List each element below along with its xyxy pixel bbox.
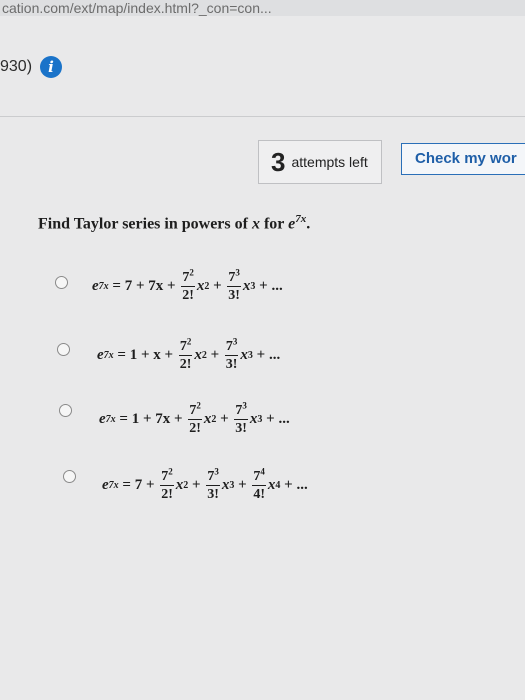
option-2-eq: = 1 + x + xyxy=(113,347,177,363)
answer-option-1: e 7x = 7 + 7x + 72 2! x 2 + 73 3! x 3 + ... xyxy=(92,267,283,303)
term-num-exp: 3 xyxy=(235,267,240,278)
term-den: 2! xyxy=(189,421,201,436)
option-3-eq: = 1 + 7x + xyxy=(115,411,187,427)
address-bar[interactable]: cation.com/ext/map/index.html?_con=con..… xyxy=(0,0,525,16)
option-2-lhs-exp: 7x xyxy=(103,349,114,361)
term-den: 2! xyxy=(179,357,192,372)
option-2-tail: + ... xyxy=(252,347,281,363)
radio-option-2[interactable] xyxy=(57,343,70,356)
question-header: 930) i xyxy=(0,52,63,82)
option-4-tail: + ... xyxy=(280,477,308,493)
attempts-label: attempts left xyxy=(291,154,368,170)
question-mid: for xyxy=(259,215,289,233)
term-num-exp: 2 xyxy=(168,466,173,477)
term-den: 4! xyxy=(253,487,265,502)
radio-option-3[interactable] xyxy=(59,404,72,417)
option-1-term-2: 73 3! xyxy=(227,267,241,303)
term-num-exp: 3 xyxy=(232,336,238,347)
term-den: 3! xyxy=(225,357,238,372)
option-3-term-2: 73 3! xyxy=(234,400,248,436)
attempts-count: 3 xyxy=(271,146,286,177)
term-num-exp: 2 xyxy=(196,400,201,411)
question-exponent: 7x xyxy=(295,213,307,225)
option-4-term-2: 73 3! xyxy=(206,466,220,502)
term-den: 2! xyxy=(182,288,194,303)
option-1-lhs: e xyxy=(92,278,99,294)
option-3-lhs: e xyxy=(99,411,106,427)
option-2-term-1: 72 2! xyxy=(178,336,193,372)
term-num: 7 xyxy=(179,339,187,354)
option-1-lhs-exp: 7x xyxy=(98,280,109,292)
option-4-term-3: 74 4! xyxy=(252,466,266,502)
term-num-exp: 3 xyxy=(242,400,247,411)
option-4-eq: = 7 + xyxy=(118,477,159,493)
divider xyxy=(0,116,525,117)
option-2-lhs: e xyxy=(97,347,104,363)
option-3-term-1: 72 2! xyxy=(188,400,202,436)
option-2-term-2: 73 3! xyxy=(224,336,239,372)
option-1-term-1: 72 2! xyxy=(181,267,195,303)
radio-option-1[interactable] xyxy=(55,276,68,289)
answer-option-3: e 7x = 1 + 7x + 72 2! x 2 + 73 3! x 3 + ... xyxy=(99,400,290,436)
question-variable: x xyxy=(251,215,260,233)
term-num-exp: 2 xyxy=(186,336,192,347)
info-icon[interactable]: i xyxy=(40,56,63,78)
question-text: Find Taylor series in powers of x for e7… xyxy=(38,213,310,233)
term-den: 3! xyxy=(228,288,240,303)
term-num-exp: 3 xyxy=(214,466,219,477)
radio-option-4[interactable] xyxy=(63,470,76,483)
question-suffix: . xyxy=(306,215,311,233)
term-num-exp: 4 xyxy=(260,466,265,477)
question-prefix: Find Taylor series in powers of xyxy=(38,215,252,233)
term-num-exp: 2 xyxy=(189,267,194,278)
term-den: 2! xyxy=(161,487,173,502)
option-4-lhs: e xyxy=(102,477,109,493)
option-1-eq: = 7 + 7x + xyxy=(108,278,180,294)
option-3-tail: + ... xyxy=(262,411,290,427)
question-number: 930) xyxy=(0,58,33,75)
option-4-lhs-exp: 7x xyxy=(108,479,119,491)
attempts-indicator: 3 attempts left xyxy=(258,140,382,184)
answer-option-4: e 7x = 7 + 72 2! x 2 + 73 3! x 3 + 74 4! x 4 + ... xyxy=(102,466,308,502)
answer-option-2: e 7x = 1 + x + 72 2! x 2 + 73 3! x 3 + ... xyxy=(97,336,281,372)
term-den: 3! xyxy=(207,487,219,502)
option-1-tail: + ... xyxy=(255,278,283,294)
term-den: 3! xyxy=(235,421,247,436)
option-4-term-1: 72 2! xyxy=(160,466,174,502)
term-num: 7 xyxy=(225,339,233,354)
option-3-lhs-exp: 7x xyxy=(105,413,116,425)
check-my-work-button[interactable]: Check my wor xyxy=(401,143,525,175)
